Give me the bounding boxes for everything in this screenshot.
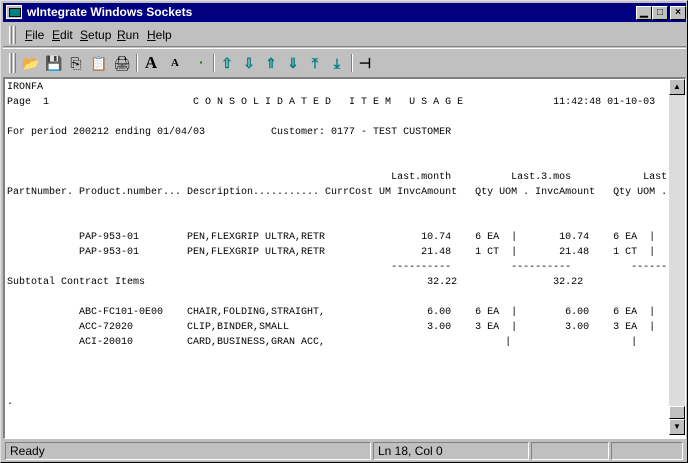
report-line-8: PartNumber. Product.number... Descriptio… [7,187,667,198]
app-icon[interactable] [6,5,22,19]
end-icon[interactable]: ⤓ [327,53,347,73]
page-down-icon[interactable]: ⇓ [283,53,303,73]
toolbar-separator-2 [213,54,215,72]
status-bar: Ready Ln 18, Col 0 [3,441,686,461]
toolbar-grip-2 [13,53,16,73]
font-smaller-icon[interactable]: A [165,53,185,73]
maximize-icon: □ [656,7,664,18]
menu-help-key: H [147,28,156,42]
menu-file-rest: ile [32,28,45,42]
menu-grip-2 [13,26,16,44]
minimize-icon: ▁ [640,7,648,18]
scroll-thumb[interactable] [669,406,685,419]
menu-bar: File Edit Setup Run Help [3,23,686,47]
arrow-down-icon[interactable]: ⇩ [239,53,259,73]
paste-icon[interactable]: 📋 [89,53,109,73]
font-larger-icon[interactable]: A [141,53,161,73]
report-line-22: . [7,397,14,408]
menu-setup-key: S [80,28,89,42]
status-message: Ready [5,442,371,460]
report-line-11: PAP-953-01 PEN,FLEXGRIP ULTRA,RETR 10.74… [7,232,656,243]
report-line-14: Subtotal Contract Items 32.22 32.22 [7,277,584,288]
close-button[interactable]: × [670,6,686,20]
status-pane-3 [531,442,609,460]
copy-icon[interactable]: ⎘ [66,53,86,73]
arrow-up-icon[interactable]: ⇧ [217,53,237,73]
menu-edit-key: E [52,28,61,42]
menu-run[interactable]: Run [117,28,139,42]
small-font-icon[interactable]: ▪ [191,53,211,73]
title-bar[interactable]: wIntegrate Windows Sockets ▁ □ × [3,3,686,22]
report-line-2: Page 1 C O N S O L I D A T E D I T E M U… [7,97,656,108]
open-folder-icon[interactable]: 📂 [21,53,41,73]
report-line-17: ACC-72020 CLIP,BINDER,SMALL 3.00 3 EA | … [7,322,656,333]
maximize-button[interactable]: □ [652,6,668,20]
report-line-7: Last.month Last.3.mos Last.12mos [7,172,667,183]
toolbar-separator [136,54,138,72]
scroll-down-icon[interactable]: ▼ [669,419,685,435]
report-line-1: IRONFA [7,82,44,93]
report-line-13: ---------- ---------- ---------- [7,262,667,273]
home-icon[interactable]: ⤒ [305,53,325,73]
report-line-18: ACI-20010 CARD,BUSINESS,GRAN ACC, | | [7,337,638,348]
window-title: wIntegrate Windows Sockets [27,5,193,19]
terminal-area[interactable]: IRONFA Page 1 C O N S O L I D A T E D I … [3,77,686,439]
report-text: IRONFA Page 1 C O N S O L I D A T E D I … [7,80,667,436]
menu-help-rest: elp [155,28,172,42]
menu-grip[interactable] [9,26,12,44]
app-window: wIntegrate Windows Sockets ▁ □ × File Ed… [0,0,688,463]
report-line-4: For period 200212 ending 01/04/03 Custom… [7,127,452,138]
close-icon: × [675,7,681,18]
page-up-icon[interactable]: ⇑ [261,53,281,73]
menu-setup-rest: etup [88,28,112,42]
scroll-up-icon[interactable]: ▲ [669,79,685,95]
toolbar-separator-3 [351,54,353,72]
report-line-12: PAP-953-01 PEN,FLEXGRIP ULTRA,RETR 21.48… [7,247,656,258]
toolbar: 📂 💾 ⎘ 📋 🖨 A A ▪ ⇧ ⇩ ⇑ ⇓ ⤒ ⤓ ⊣ [3,48,686,76]
menu-edit-rest: dit [60,28,73,42]
menu-setup[interactable]: Setup [80,28,111,42]
vertical-scrollbar[interactable]: ▲ ▼ [669,79,685,435]
report-line-16: ABC-FC101-0E00 CHAIR,FOLDING,STRAIGHT, 6… [7,307,656,318]
menu-file[interactable]: File [25,28,44,42]
toolbar-grip[interactable] [9,53,12,73]
status-pane-4 [611,442,683,460]
save-icon[interactable]: 💾 [44,53,64,73]
menu-edit[interactable]: Edit [52,28,73,42]
print-icon[interactable]: 🖨 [112,53,132,73]
connect-icon[interactable]: ⊣ [355,53,375,73]
minimize-button[interactable]: ▁ [636,6,652,20]
cursor-position: Ln 18, Col 0 [373,442,529,460]
menu-help[interactable]: Help [147,28,172,42]
menu-run-key: R [117,28,126,42]
menu-run-rest: un [125,28,140,42]
